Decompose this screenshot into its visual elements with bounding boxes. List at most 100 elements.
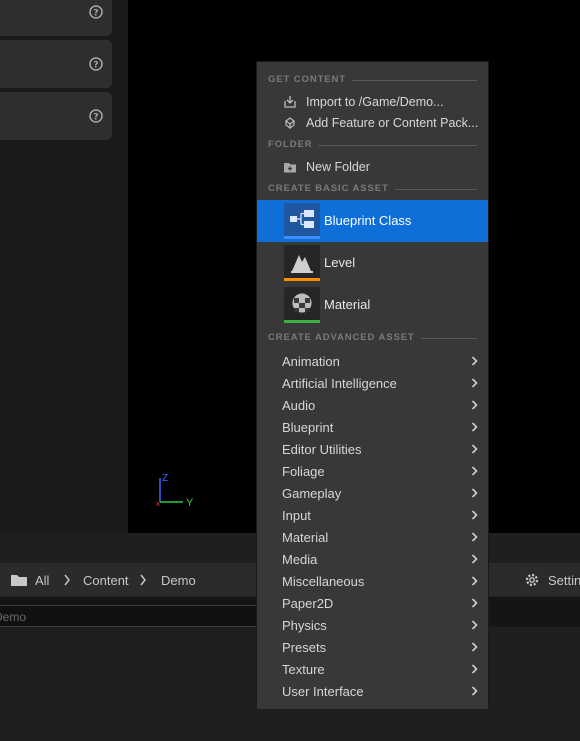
svg-text:x: x	[156, 499, 160, 508]
menu-item-level[interactable]: Level	[257, 242, 488, 284]
submenu-item-input[interactable]: Input	[257, 504, 488, 526]
chevron-right-icon	[471, 488, 478, 498]
submenu-item-label: Input	[282, 508, 311, 523]
chevron-right-icon	[471, 378, 478, 388]
section-label: FOLDER	[268, 139, 319, 150]
new-folder-icon	[284, 163, 296, 173]
submenu-item-label: Audio	[282, 398, 316, 413]
svg-text:?: ?	[93, 113, 98, 123]
submenu-item-label: Miscellaneous	[282, 574, 365, 589]
submenu-item-editor-utilities[interactable]: Editor Utilities	[257, 438, 488, 460]
asset-color-bar	[284, 278, 320, 281]
submenu-item-material[interactable]: Material	[257, 526, 488, 548]
section-folder: FOLDER	[268, 139, 477, 151]
section-label: CREATE BASIC ASSET	[268, 183, 395, 194]
content-browser-search[interactable]: Demo	[0, 605, 258, 627]
folder-icon[interactable]	[10, 572, 28, 588]
level-icon	[291, 255, 313, 273]
breadcrumb-demo[interactable]: Demo	[161, 573, 196, 588]
submenu-item-gameplay[interactable]: Gameplay	[257, 482, 488, 504]
section-create-advanced-asset: CREATE ADVANCED ASSET	[268, 332, 477, 344]
section-label: GET CONTENT	[268, 74, 352, 85]
chevron-right-icon	[471, 532, 478, 542]
axis-z-label: Z	[162, 473, 168, 484]
section-create-basic-asset: CREATE BASIC ASSET	[268, 183, 477, 195]
details-row[interactable]: ?	[0, 92, 112, 140]
blueprint-class-thumbnail	[284, 203, 320, 239]
blueprint-class-icon	[290, 210, 314, 228]
submenu-item-label: User Interface	[282, 684, 364, 699]
chevron-right-icon	[471, 400, 478, 410]
submenu-item-label: Physics	[282, 618, 327, 633]
menu-item-label: Material	[324, 297, 371, 312]
details-row[interactable]: ?	[0, 40, 112, 88]
breadcrumb-all[interactable]: All	[35, 573, 49, 588]
chevron-right-icon	[471, 598, 478, 608]
breadcrumb-content[interactable]: Content	[83, 573, 129, 588]
svg-text:?: ?	[93, 61, 98, 71]
chevron-right-icon	[140, 574, 146, 586]
asset-color-bar	[284, 236, 320, 239]
settings-button[interactable]: Settings	[548, 573, 580, 588]
submenu-item-texture[interactable]: Texture	[257, 658, 488, 680]
chevron-right-icon	[471, 466, 478, 476]
menu-item-label: New Folder	[306, 160, 370, 174]
chevron-right-icon	[471, 664, 478, 674]
menu-item-label: Import to /Game/Demo...	[306, 95, 444, 109]
submenu-item-label: Material	[282, 530, 329, 545]
submenu-item-user-interface[interactable]: User Interface	[257, 680, 488, 702]
chevron-right-icon	[471, 642, 478, 652]
section-get-content: GET CONTENT	[268, 74, 477, 86]
menu-item-material[interactable]: Material	[257, 284, 488, 326]
chevron-right-icon	[471, 620, 478, 630]
submenu-item-audio[interactable]: Audio	[257, 394, 488, 416]
submenu-item-label: Texture	[282, 662, 325, 677]
asset-color-bar	[284, 320, 320, 323]
submenu-item-artificial-intelligence[interactable]: Artificial Intelligence	[257, 372, 488, 394]
material-thumbnail	[284, 287, 320, 323]
submenu-item-animation[interactable]: Animation	[257, 350, 488, 372]
submenu-item-label: Media	[282, 552, 318, 567]
content-pack-icon	[285, 117, 295, 130]
question-circle-icon[interactable]: ?	[89, 5, 103, 19]
details-row[interactable]: ?	[0, 0, 112, 36]
menu-item-label: Add Feature or Content Pack...	[306, 116, 479, 130]
chevron-right-icon	[471, 444, 478, 454]
submenu-item-miscellaneous[interactable]: Miscellaneous	[257, 570, 488, 592]
chevron-right-icon	[471, 422, 478, 432]
chevron-right-icon	[471, 576, 478, 586]
submenu-item-paper2d[interactable]: Paper2D	[257, 592, 488, 614]
chevron-right-icon	[64, 574, 70, 586]
submenu-item-foliage[interactable]: Foliage	[257, 460, 488, 482]
submenu-item-label: Animation	[282, 354, 340, 369]
menu-item-blueprint-class[interactable]: Blueprint Class	[257, 200, 488, 242]
menu-item-import[interactable]: Import to /Game/Demo...	[257, 92, 488, 113]
details-panel: ? ? ?	[0, 0, 128, 533]
submenu-item-label: Gameplay	[282, 486, 342, 501]
search-text: Demo	[0, 610, 27, 624]
question-circle-icon[interactable]: ?	[89, 109, 103, 123]
chevron-right-icon	[471, 510, 478, 520]
question-circle-icon[interactable]: ?	[89, 57, 103, 71]
section-label: CREATE ADVANCED ASSET	[268, 332, 421, 343]
submenu-item-label: Paper2D	[282, 596, 334, 611]
submenu-item-presets[interactable]: Presets	[257, 636, 488, 658]
submenu-item-label: Presets	[282, 640, 327, 655]
submenu-item-label: Blueprint	[282, 420, 334, 435]
level-thumbnail	[284, 245, 320, 281]
submenu-item-blueprint[interactable]: Blueprint	[257, 416, 488, 438]
submenu-item-label: Artificial Intelligence	[282, 376, 397, 391]
add-asset-context-menu: GET CONTENT Import to /Game/Demo... Add …	[256, 61, 489, 710]
chevron-right-icon	[471, 686, 478, 696]
axis-y-label: Y	[186, 497, 194, 509]
submenu-item-physics[interactable]: Physics	[257, 614, 488, 636]
submenu-item-media[interactable]: Media	[257, 548, 488, 570]
submenu-item-label: Foliage	[282, 464, 325, 479]
gear-icon[interactable]	[524, 572, 540, 588]
menu-item-new-folder[interactable]: New Folder	[257, 157, 488, 178]
chevron-right-icon	[471, 356, 478, 366]
menu-item-add-feature[interactable]: Add Feature or Content Pack...	[257, 113, 488, 134]
material-icon	[291, 292, 313, 314]
svg-text:?: ?	[93, 9, 98, 19]
import-icon	[284, 96, 296, 108]
